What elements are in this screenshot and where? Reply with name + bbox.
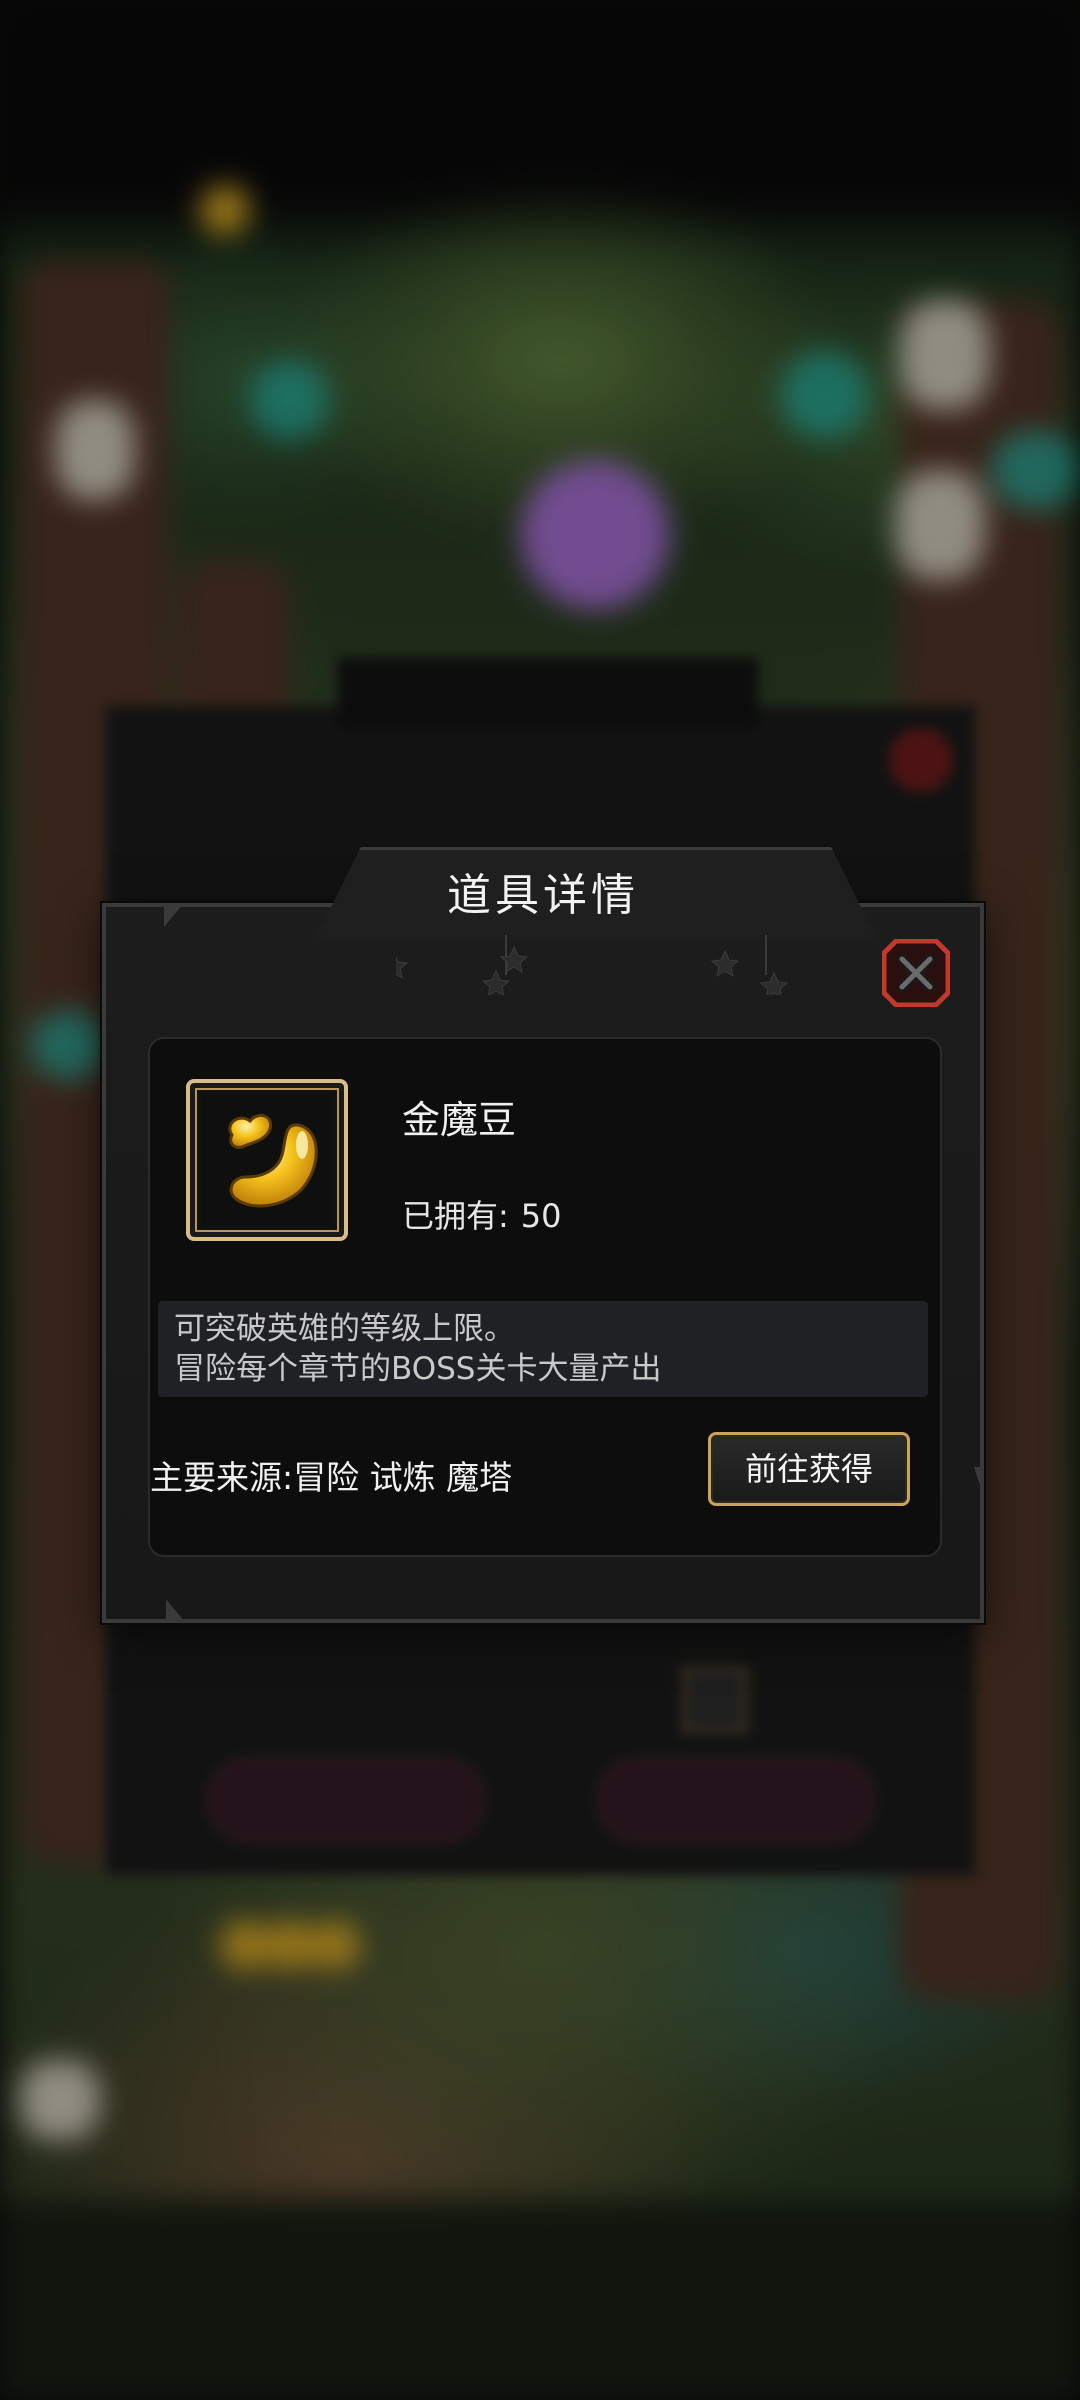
owned-count-row: 已拥有: 50 — [402, 1191, 562, 1237]
close-x-icon — [881, 938, 951, 1008]
game-screen: 道具详情 金魔豆 已拥有: 50 可突破英雄的等级上限。 冒险每个章节的BOSS… — [0, 0, 1080, 2400]
close-button[interactable] — [881, 938, 951, 1008]
owned-count: 50 — [520, 1197, 562, 1235]
description-line-2: 冒险每个章节的BOSS关卡大量产出 — [174, 1351, 662, 1387]
item-description: 可突破英雄的等级上限。 冒险每个章节的BOSS关卡大量产出 — [158, 1301, 928, 1397]
hanging-stars-decoration — [396, 935, 789, 995]
dialog-title: 道具详情 — [447, 870, 639, 921]
description-line-1: 可突破英雄的等级上限。 — [174, 1311, 515, 1347]
goto-obtain-button[interactable]: 前往获得 — [708, 1432, 910, 1506]
item-name: 金魔豆 — [402, 1098, 517, 1142]
golden-bean-icon — [202, 1095, 332, 1225]
item-detail-dialog: 道具详情 金魔豆 已拥有: 50 可突破英雄的等级上限。 冒险每个章节的BOSS… — [102, 847, 984, 1623]
item-info-panel: 金魔豆 已拥有: 50 可突破英雄的等级上限。 冒险每个章节的BOSS关卡大量产出… — [148, 1037, 942, 1557]
main-source-text: 主要来源:冒险 试炼 魔塔 — [150, 1458, 513, 1497]
owned-label: 已拥有: — [402, 1197, 509, 1235]
item-icon-frame — [186, 1079, 348, 1241]
